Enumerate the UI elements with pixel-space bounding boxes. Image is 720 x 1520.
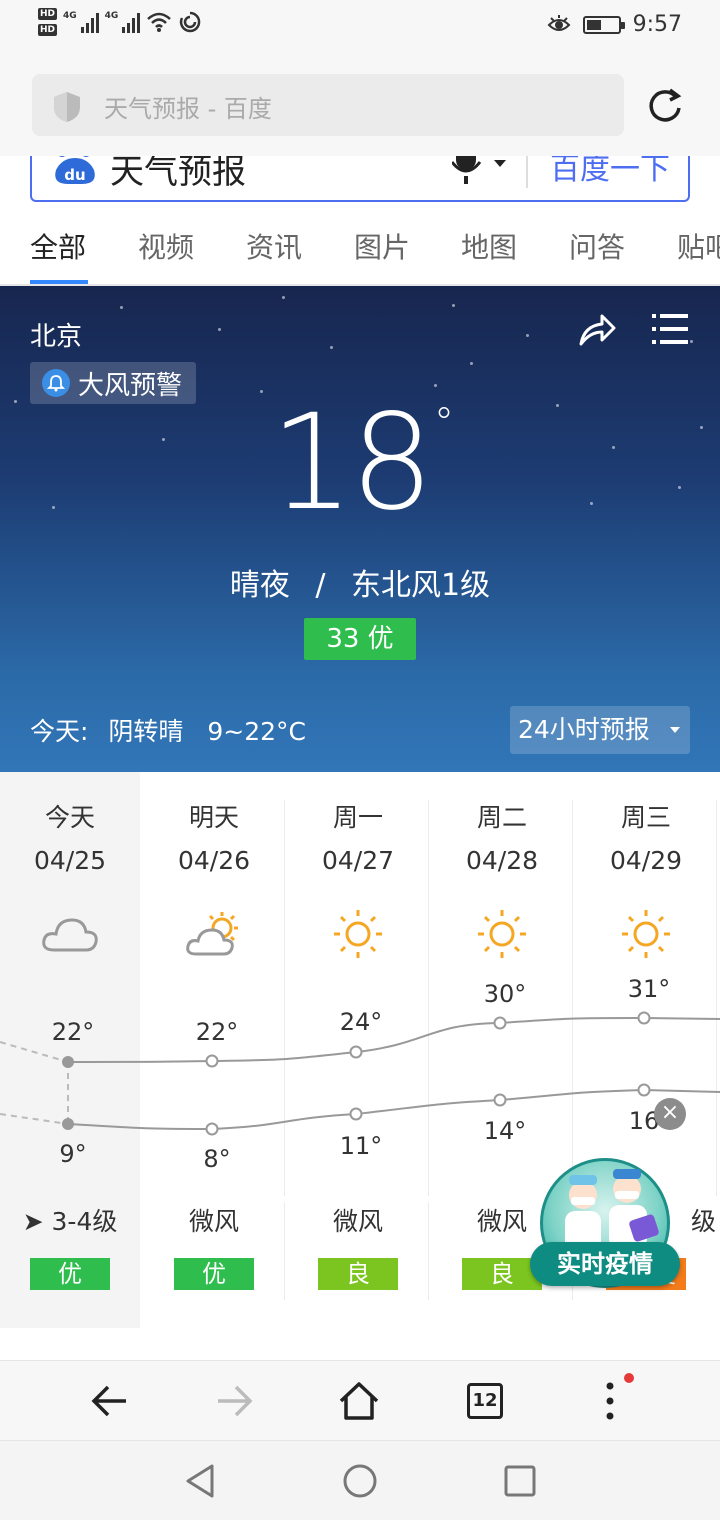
- tab-news[interactable]: 资讯: [246, 226, 302, 266]
- nav-recents-icon[interactable]: [504, 1465, 536, 1497]
- sync-icon: [180, 11, 201, 33]
- tab-video[interactable]: 视频: [138, 226, 194, 266]
- home-icon[interactable]: [338, 1381, 380, 1421]
- baidu-logo-icon: du: [55, 156, 95, 184]
- high-temp-label: 22°: [195, 1018, 239, 1046]
- refresh-icon[interactable]: [646, 86, 684, 124]
- high-temp-label: 30°: [483, 980, 527, 1008]
- covid-label: 实时疫情: [530, 1242, 680, 1286]
- eye-comfort-icon: [547, 14, 571, 31]
- status-icons-right: 9:57: [547, 12, 682, 37]
- nav-home-icon[interactable]: [342, 1463, 378, 1499]
- day-quality: 良: [318, 1258, 398, 1290]
- low-point: [493, 1093, 507, 1107]
- system-navigation-bar: [0, 1440, 720, 1520]
- network-type-1: 4G: [63, 11, 77, 21]
- search-row: du 天气预报 百度一下: [0, 156, 720, 204]
- close-badge-icon[interactable]: ×: [654, 1098, 686, 1130]
- tab-images[interactable]: 图片: [354, 226, 410, 266]
- low-temp-label: 9°: [59, 1140, 87, 1168]
- low-point: [349, 1107, 363, 1121]
- tab-all[interactable]: 全部: [30, 226, 86, 266]
- covid-realtime-badge[interactable]: 实时疫情: [530, 1158, 680, 1298]
- shield-icon: [54, 92, 80, 122]
- aqi-badge[interactable]: 33 优: [304, 618, 416, 660]
- address-bar: 天气预报 - 百度: [0, 56, 720, 156]
- wifi-icon: [147, 12, 172, 32]
- notification-dot: [624, 1373, 634, 1383]
- search-button[interactable]: 百度一下: [550, 156, 670, 188]
- today-range: 9~22°C: [207, 717, 306, 746]
- today-label: 今天:: [30, 717, 89, 746]
- low-point: [637, 1083, 651, 1097]
- low-point-today: [62, 1118, 74, 1130]
- current-temperature: 18 °: [0, 386, 720, 540]
- tab-maps[interactable]: 地图: [461, 226, 517, 266]
- high-point: [637, 1011, 651, 1025]
- high-point: [205, 1054, 219, 1068]
- back-arrow-icon[interactable]: [90, 1381, 130, 1421]
- search-divider: [526, 156, 528, 188]
- tab-qa[interactable]: 问答: [569, 226, 625, 266]
- day-wind: 微风: [188, 1207, 239, 1236]
- day-quality: 优: [30, 1258, 110, 1290]
- menu-icon[interactable]: [652, 314, 688, 344]
- weather-card: 北京 大风预警 18 ° 晴夜 / 东北风1级 33 优 今天: 阴转晴 9~22…: [0, 286, 720, 772]
- current-condition: 晴夜 / 东北风1级: [0, 560, 720, 604]
- network-type-2: 4G: [104, 11, 119, 21]
- high-point: [493, 1016, 507, 1030]
- forward-arrow-icon[interactable]: [214, 1381, 254, 1421]
- more-icon[interactable]: [600, 1381, 620, 1421]
- status-icons-left: HD HD 4G 4G: [38, 8, 202, 36]
- search-tabs: 全部 视频 资讯 图片 地图 问答 贴吧: [0, 204, 720, 286]
- browser-toolbar: 12: [0, 1360, 720, 1440]
- signal-icon-1: 4G: [63, 11, 99, 33]
- high-temp-label: 22°: [51, 1018, 95, 1046]
- temperature-value: 18: [270, 386, 434, 540]
- hd-indicators: HD HD: [38, 8, 58, 36]
- hd-badge-2: HD: [38, 24, 58, 36]
- svg-text:du: du: [64, 166, 85, 184]
- status-bar: HD HD 4G 4G 9:57: [0, 0, 720, 56]
- signal-icon-2: 4G: [105, 11, 141, 33]
- today-summary: 今天: 阴转晴 9~22°C: [30, 712, 306, 748]
- active-tab-indicator: [30, 280, 88, 284]
- hd-badge-1: HD: [38, 8, 58, 20]
- low-temp-label: 8°: [203, 1145, 231, 1173]
- url-field[interactable]: 天气预报 - 百度: [32, 74, 624, 136]
- low-temp-label: 14°: [483, 1117, 527, 1145]
- share-icon[interactable]: [578, 312, 616, 346]
- day-quality: 优: [174, 1258, 254, 1290]
- day-wind: 微风: [332, 1207, 383, 1236]
- microphone-icon[interactable]: [452, 156, 516, 186]
- tab-tieba[interactable]: 贴吧: [677, 226, 720, 266]
- wind-text: 东北风1级: [351, 568, 491, 603]
- condition-separator: /: [315, 568, 326, 603]
- search-input[interactable]: 天气预报: [110, 156, 246, 193]
- degree-symbol: °: [433, 400, 454, 446]
- clock: 9:57: [632, 12, 682, 37]
- nav-back-icon[interactable]: [184, 1463, 216, 1499]
- city-name[interactable]: 北京: [30, 316, 82, 353]
- today-condition: 阴转晴: [108, 717, 184, 746]
- hourly-forecast-button[interactable]: 24小时预报: [510, 706, 690, 754]
- search-box[interactable]: du 天气预报 百度一下: [30, 156, 690, 202]
- high-temp-label: 31°: [627, 975, 671, 1003]
- battery-icon: [582, 15, 625, 34]
- page-title: 天气预报 - 百度: [104, 95, 272, 123]
- day-wind: ➤ 3-4级: [22, 1207, 118, 1236]
- high-point-today: [62, 1056, 74, 1068]
- low-temp-label: 11°: [339, 1132, 383, 1160]
- high-temp-label: 24°: [339, 1008, 383, 1036]
- high-point: [349, 1045, 363, 1059]
- low-point: [205, 1122, 219, 1136]
- tabs-count-button[interactable]: 12: [467, 1383, 503, 1419]
- condition-text: 晴夜: [229, 568, 290, 603]
